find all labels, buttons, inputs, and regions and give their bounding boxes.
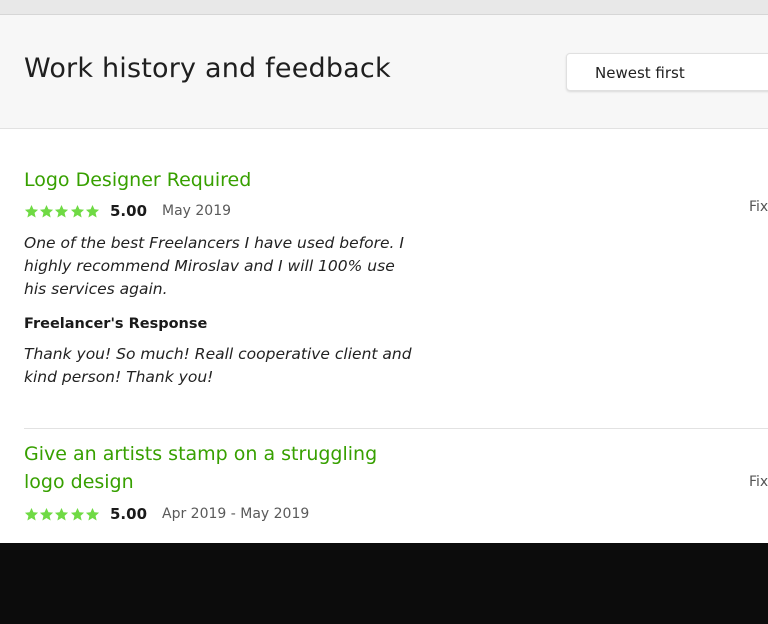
page-title: Work history and feedback — [24, 53, 391, 84]
star-icon — [24, 204, 39, 218]
star-icon — [40, 507, 54, 521]
star-icon — [70, 204, 84, 218]
job-title-link[interactable]: Logo Designer Required — [24, 166, 424, 194]
star-rating — [24, 507, 100, 523]
sort-dropdown[interactable]: Newest first — [566, 53, 768, 91]
black-overlay-bar — [0, 543, 768, 624]
viewport: Work history and feedback Newest first L… — [0, 0, 768, 543]
contract-type: Fix — [749, 199, 768, 215]
job-dates: May 2019 — [162, 203, 232, 219]
job-dates: Apr 2019 - May 2019 — [162, 506, 310, 522]
rating-score: 5.00 — [110, 202, 148, 220]
client-feedback: One of the best Freelancers I have used … — [24, 234, 404, 298]
star-icon — [70, 507, 84, 521]
contract-type: Fix — [749, 474, 768, 490]
rating-score: 5.00 — [110, 505, 148, 523]
section-header: Work history and feedback Newest first — [0, 15, 768, 129]
freelancer-response: Thank you! So much! Reall cooperative cl… — [24, 345, 412, 386]
star-rating — [24, 204, 100, 220]
star-icon — [85, 507, 99, 521]
star-icon — [24, 507, 39, 521]
star-icon — [40, 204, 54, 218]
star-icon — [55, 507, 69, 521]
divider — [24, 428, 768, 429]
job-title-link[interactable]: Give an artists stamp on a struggling lo… — [24, 440, 399, 496]
star-icon — [55, 204, 69, 218]
freelancer-response-heading: Freelancer's Response — [24, 316, 208, 332]
star-icon — [85, 204, 99, 218]
top-bar — [0, 0, 768, 15]
sort-dropdown-value: Newest first — [595, 64, 685, 82]
